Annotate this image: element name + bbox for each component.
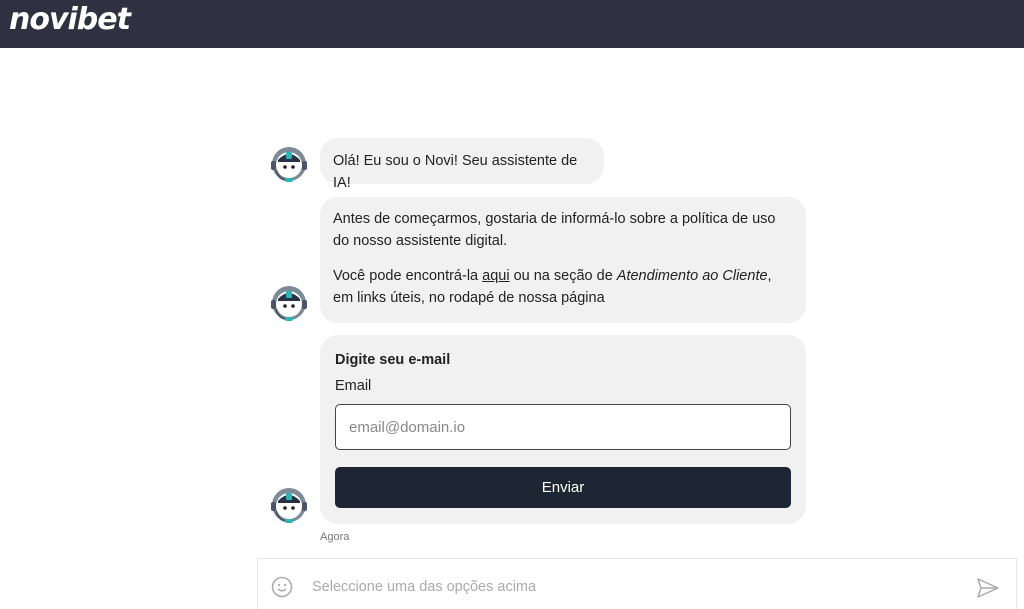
send-message-button[interactable] [976,577,1000,599]
message-text: Olá! Eu sou o Novi! Seu assistente de IA… [333,153,578,191]
bot-avatar [268,484,310,526]
bot-message-greeting: Olá! Eu sou o Novi! Seu assistente de IA… [320,138,604,191]
send-email-button[interactable]: Enviar [335,467,791,508]
robot-headset-icon [271,488,307,523]
form-title: Digite seu e-mail [335,352,451,368]
smiley-icon [271,576,293,598]
text-fragment: Você pode encontrá-la [333,268,483,284]
policy-link[interactable]: aqui [482,268,509,284]
bot-avatar [268,282,310,324]
message-timestamp: Agora [320,531,350,543]
chat-message-input[interactable] [312,571,952,603]
robot-headset-icon [271,147,307,182]
customer-service-emphasis: Atendimento ao Cliente [616,268,768,284]
email-field[interactable] [335,404,791,450]
message-composer [257,558,1017,609]
paper-plane-icon [977,578,999,598]
bot-avatar [268,143,310,185]
email-label: Email [335,378,372,394]
policy-location-text: Você pode encontrá-la aqui ou na seção d… [333,265,793,309]
robot-headset-icon [271,286,307,321]
email-form-card: Digite seu e-mail Email Enviar [320,335,806,524]
emoji-button[interactable] [271,576,293,598]
bot-message-policy: Antes de começarmos, gostaria de informá… [320,197,806,323]
policy-intro-text: Antes de começarmos, gostaria de informá… [333,211,776,249]
novibet-logo[interactable]: novibet [9,2,131,37]
text-fragment: ou na seção de [509,268,617,284]
top-bar: novibet [0,0,1024,48]
